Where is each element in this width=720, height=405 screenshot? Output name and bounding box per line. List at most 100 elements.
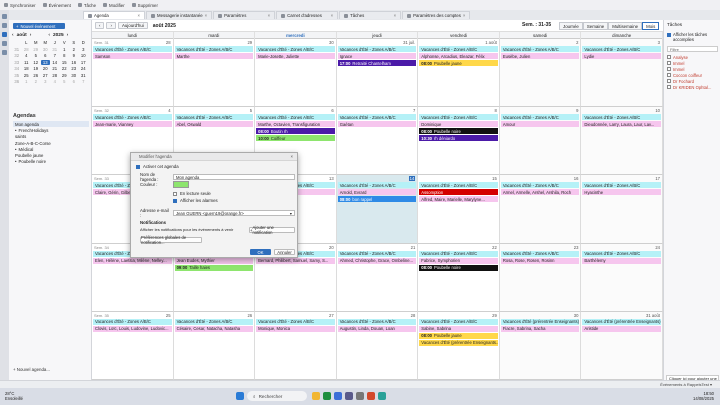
- calendar-event[interactable]: Ahmed, Christophe, Grace, Ombeline...: [337, 257, 417, 264]
- next-month-button[interactable]: ›: [106, 22, 116, 29]
- calendar-event[interactable]: Vacances d'Été - Zones A/B/C: [256, 114, 335, 121]
- calendar-event[interactable]: Marthe: [174, 53, 254, 59]
- day-cell[interactable]: 24 Vacances d'Été - Zones A/B/C Barthélemy: [581, 243, 663, 312]
- mini-day[interactable]: 13: [40, 59, 50, 65]
- windows-start-icon[interactable]: [236, 392, 244, 400]
- day-cell[interactable]: 30 Vacances d'Été - Zones A/B/C Marie-Jose…: [255, 39, 337, 108]
- mini-day[interactable]: 16: [69, 60, 79, 65]
- calendar-event[interactable]: Dominique: [419, 121, 498, 128]
- calendar-event[interactable]: Monique, Monica: [256, 325, 335, 332]
- task-checkbox[interactable]: [667, 67, 671, 72]
- mini-day[interactable]: 3: [79, 47, 89, 52]
- calendar-event[interactable]: Lydie: [582, 53, 661, 59]
- add-notification-button[interactable]: + Ajouter une notification: [249, 225, 295, 235]
- calendar-event[interactable]: Jean-marie, Vianney: [93, 121, 172, 128]
- tab-0[interactable]: Agenda ×: [83, 11, 145, 19]
- calendar-event[interactable]: Vacances d'Été - Zones A/B/C: [174, 46, 254, 52]
- mini-day[interactable]: 10: [79, 53, 89, 58]
- calendar-event[interactable]: Vacances d'Été - Zones A/B/C: [174, 318, 254, 325]
- settings-icon[interactable]: [356, 392, 364, 400]
- mini-day[interactable]: 29: [60, 73, 70, 78]
- day-cell[interactable]: 9 Vacances d'Été - Zones A/B/C Amour: [499, 107, 582, 176]
- weather-widget[interactable]: 28°C Ensoleillé: [5, 391, 23, 401]
- calendar-event[interactable]: Arnold, Evrard: [337, 189, 417, 196]
- task-checkbox[interactable]: [667, 55, 671, 60]
- calendar-event[interactable]: Bernard, Philibert, Samuel, Samy, S...: [256, 257, 335, 264]
- toolbar-button[interactable]: Tâche: [77, 3, 96, 8]
- mini-day[interactable]: 2: [31, 79, 41, 84]
- mini-day[interactable]: 8: [60, 53, 70, 58]
- calendar-event[interactable]: 08:00 Poubelle jaune: [419, 332, 498, 339]
- day-cell[interactable]: 26 Vacances d'Été - Zones A/B/C Césaire, C…: [173, 311, 256, 380]
- calendar-event[interactable]: Armel, Armelle, Arshel, Arshila, Roch: [500, 189, 580, 196]
- calendar-event[interactable]: Fabrice, Symphorien: [419, 257, 498, 264]
- task-checkbox[interactable]: [667, 73, 671, 78]
- cancel-button[interactable]: Annuler: [274, 249, 295, 255]
- close-icon[interactable]: ×: [394, 13, 397, 18]
- tab-2[interactable]: Paramètres ×: [213, 11, 276, 19]
- day-cell[interactable]: 14 Vacances d'Été - Zones A/B/C Arnold, Ev…: [336, 175, 419, 244]
- task-checkbox[interactable]: [667, 61, 671, 66]
- calendar-event[interactable]: Vacances d'Été - Zones A/B/C: [419, 250, 498, 257]
- calendar-event[interactable]: Aristide: [582, 325, 661, 332]
- prev-month-button[interactable]: ‹: [95, 22, 105, 29]
- thunderbird-icon[interactable]: [334, 392, 342, 400]
- show-completed-checkbox[interactable]: Afficher les tâches accomplies: [667, 32, 719, 42]
- calendar-event[interactable]: Dieudonnée, Larry, Laura, Laur, Lav...: [582, 121, 661, 128]
- prev-month-icon[interactable]: ‹: [12, 33, 14, 38]
- mini-day[interactable]: 19: [31, 66, 41, 71]
- app-icon[interactable]: [378, 392, 386, 400]
- calendar-event[interactable]: 17:00 Retraité Chantelham: [337, 60, 417, 66]
- browser-icon[interactable]: [323, 392, 331, 400]
- calendar-event[interactable]: Gaétan: [337, 121, 417, 128]
- calendar-event[interactable]: Fiacre, Sabrina, Sacha: [500, 325, 580, 332]
- calendar-event[interactable]: 08:00 Boutin rh: [256, 128, 335, 135]
- day-cell[interactable]: 10 Vacances d'Été - Zones A/B/C Dieudonnée…: [581, 107, 663, 176]
- day-cell[interactable]: 31 juil. Vacances d'Été - Zones A/B/C Igna…: [336, 39, 419, 108]
- agenda-item[interactable]: • Poubelle noire: [13, 159, 89, 165]
- mini-day[interactable]: 14: [50, 60, 60, 65]
- mini-day[interactable]: 18: [22, 66, 32, 71]
- mini-day[interactable]: 7: [79, 79, 89, 84]
- calendar-event[interactable]: Vacances d'Été - Zones A/B/C: [582, 114, 661, 121]
- mini-day[interactable]: 6: [69, 79, 79, 84]
- calendar-event[interactable]: Samson: [93, 53, 172, 59]
- calendar-space-icon[interactable]: [2, 32, 7, 37]
- calendar-event[interactable]: Vacances d'Été - Zones A/B/C: [500, 114, 580, 121]
- media-icon[interactable]: [367, 392, 375, 400]
- calendar-event[interactable]: Barthélemy: [582, 257, 661, 264]
- day-cell[interactable]: Sem. 31 28 Vacances d'Été - Zones A/B/C Sam…: [92, 39, 174, 108]
- day-cell[interactable]: 1 août Vacances d'Été - Zones A/B/C Alphon…: [418, 39, 500, 108]
- calendar-event[interactable]: Vacances d'Été - Zones A/B/C: [500, 250, 580, 257]
- day-cell[interactable]: 17 Vacances d'Été - Zones A/B/C Hyacinthe: [581, 175, 663, 244]
- tab-4[interactable]: Tâches ×: [339, 11, 402, 19]
- calendar-event[interactable]: Vacances d'Été - Zones A/B/C: [93, 318, 172, 325]
- calendar-event[interactable]: 10:30 rh déniardo: [419, 135, 498, 142]
- mini-day[interactable]: 11: [22, 60, 32, 65]
- close-icon[interactable]: ×: [205, 13, 208, 18]
- calendar-event[interactable]: Vacances d'Été - Zones A/B/C: [337, 114, 417, 121]
- tab-5[interactable]: Paramètres des comptes ×: [402, 11, 471, 19]
- calendar-event[interactable]: 10:00 Coiffeur: [256, 135, 335, 142]
- mini-day[interactable]: 25: [22, 73, 32, 78]
- day-cell[interactable]: 29 Vacances d'Été - Zones A/B/C Sabine, Sa…: [418, 311, 500, 380]
- task-filter-input[interactable]: Filtre: [667, 46, 718, 52]
- day-cell[interactable]: 29 Vacances d'Été - Zones A/B/C Marthe: [173, 39, 256, 108]
- calendar-name-input[interactable]: Mon agenda: [173, 174, 295, 180]
- calendar-event[interactable]: Abel, Oswald: [174, 121, 254, 128]
- calendar-event[interactable]: 08:00 Poubelle noire: [419, 264, 498, 271]
- mini-day[interactable]: 1: [60, 47, 70, 52]
- calendar-event[interactable]: Vacances d'Été - Zones A/B/C: [582, 250, 661, 257]
- calendar-event[interactable]: Vacances d'Été - Zones A/B/C: [582, 46, 661, 52]
- day-cell[interactable]: 8 Vacances d'Été - Zones A/B/C Dominique 08…: [418, 107, 500, 176]
- task-checkbox[interactable]: [667, 79, 671, 84]
- day-cell[interactable]: 7 Vacances d'Été - Zones A/B/C Gaétan: [336, 107, 419, 176]
- mini-day[interactable]: 24: [79, 66, 89, 71]
- close-icon[interactable]: ×: [331, 13, 334, 18]
- mini-day[interactable]: 15: [60, 60, 70, 65]
- calendar-event[interactable]: Ignace: [337, 53, 417, 59]
- calendar-event[interactable]: Clovis, Loïc, Louis, Ludovine, Ludovic..…: [93, 325, 172, 332]
- mini-day[interactable]: 22: [60, 66, 70, 71]
- calendar-event[interactable]: Vacances d'Été - Zones A/B/C: [256, 318, 335, 325]
- tasks-space-icon[interactable]: [2, 41, 7, 46]
